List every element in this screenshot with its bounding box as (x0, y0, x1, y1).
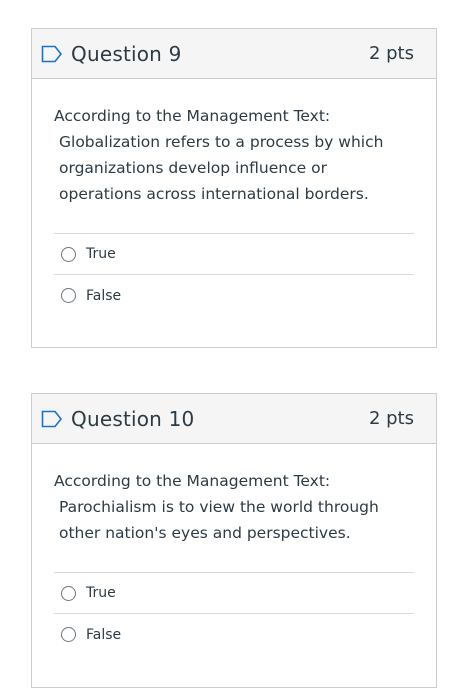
question-card-10: Question 10 2 pts According to the Manag… (31, 393, 437, 688)
radio-empty-icon[interactable] (61, 246, 76, 262)
question-text-line1: According to the Management Text: (54, 472, 331, 490)
answer-label[interactable]: False (86, 288, 121, 304)
question-points: 2 pts (368, 43, 414, 64)
question-text-line2: Parochialism is to view the world throug… (59, 498, 379, 542)
question-points: 2 pts (368, 408, 414, 429)
question-title: Question 10 (71, 406, 195, 431)
question-text-line2: Globalization refers to a process by whi… (59, 133, 384, 203)
answer-label[interactable]: False (86, 627, 121, 643)
question-text: According to the Management Text: Paroch… (54, 468, 414, 546)
question-header: Question 10 2 pts (32, 394, 436, 444)
question-title: Question 9 (71, 41, 182, 66)
answer-label[interactable]: True (86, 585, 116, 601)
answer-option-true[interactable]: True (54, 573, 414, 614)
answer-option-false[interactable]: False (54, 614, 414, 655)
question-text: According to the Management Text: Global… (54, 103, 414, 207)
flag-outline-icon[interactable] (41, 410, 63, 428)
question-card-9: Question 9 2 pts According to the Manage… (31, 28, 437, 348)
flag-outline-icon[interactable] (41, 45, 63, 63)
answer-option-false[interactable]: False (54, 275, 414, 316)
question-header: Question 9 2 pts (32, 29, 436, 79)
radio-empty-icon[interactable] (61, 288, 76, 303)
question-text-line1: According to the Management Text: (54, 107, 331, 125)
answer-list: True False (54, 233, 414, 316)
answer-label[interactable]: True (86, 246, 116, 262)
answer-list: True False (54, 572, 414, 655)
answer-option-true[interactable]: True (54, 234, 414, 275)
radio-empty-icon[interactable] (61, 627, 76, 642)
radio-empty-icon[interactable] (61, 585, 76, 601)
